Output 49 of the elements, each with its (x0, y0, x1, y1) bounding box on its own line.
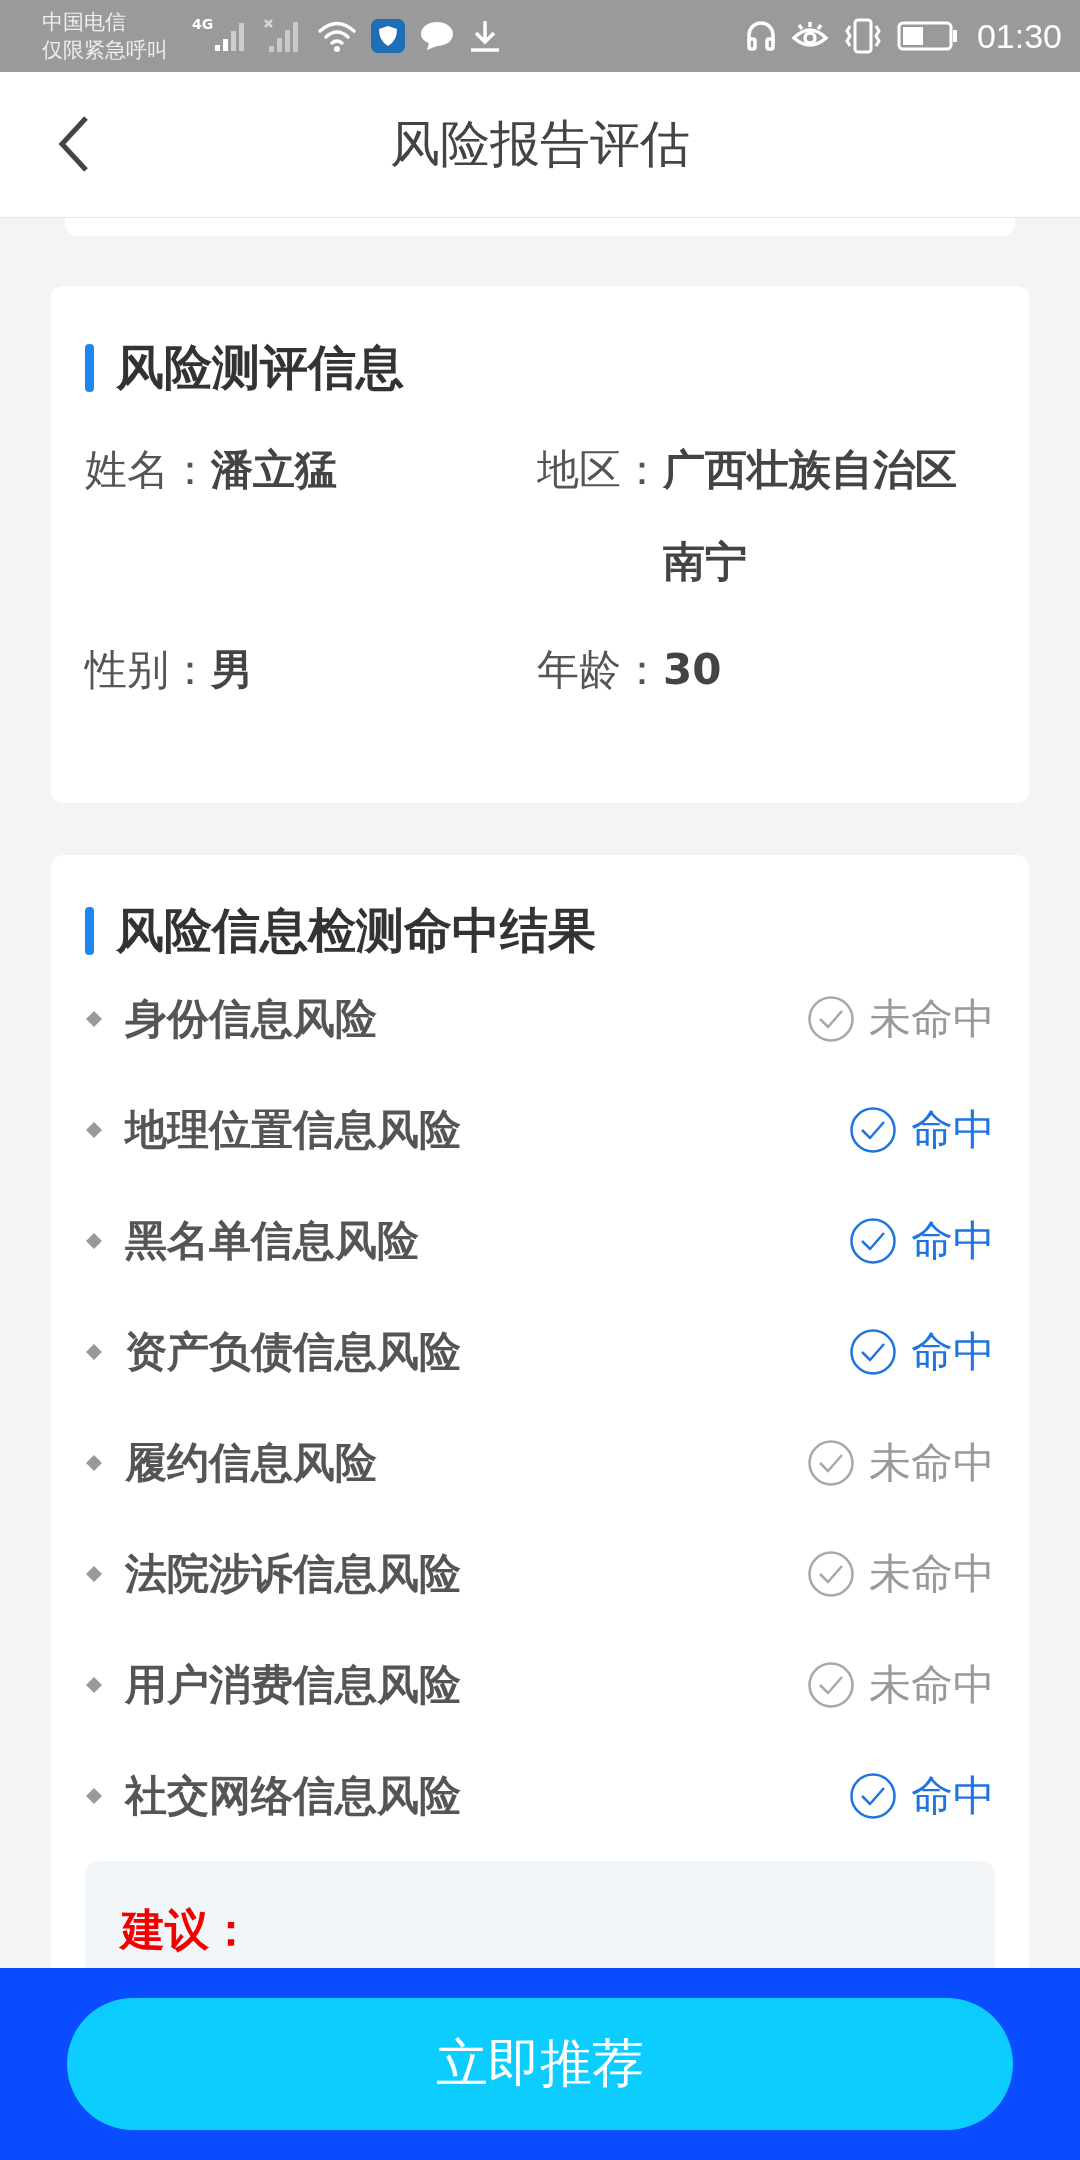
clock: 01:30 (976, 16, 1062, 56)
risk-name: 社交网络信息风险 (125, 1769, 461, 1822)
download-icon (469, 19, 502, 53)
shield-app-icon (371, 19, 406, 53)
field-value: 潘立猛 (211, 444, 338, 496)
network-label: 4G (192, 16, 214, 32)
risk-name: 资产负债信息风险 (125, 1325, 461, 1378)
risk-name: 黑名单信息风险 (125, 1214, 419, 1267)
risk-status: 命中 (911, 1214, 995, 1267)
section-marker (85, 907, 94, 955)
risk-name: 履约信息风险 (125, 1436, 377, 1489)
wifi-icon (317, 19, 358, 53)
risk-status: 未命中 (869, 992, 995, 1045)
section-title: 风险信息检测命中结果 (116, 901, 596, 960)
advice-label: 建议： (121, 1904, 253, 1955)
risk-status: 未命中 (869, 1436, 995, 1489)
risk-name: 地理位置信息风险 (125, 1103, 461, 1156)
risk-name: 法院涉诉信息风险 (125, 1547, 461, 1600)
field-value: 男 (211, 644, 254, 696)
field-label: 年龄： (537, 644, 663, 696)
field-value: 广西壮族自治区南宁 (663, 444, 958, 588)
emergency-text: 仅限紧急呼叫 (42, 37, 168, 64)
diamond-bullet-icon (85, 1453, 103, 1472)
risk-status: 命中 (911, 1325, 995, 1378)
field-label: 性别： (85, 644, 211, 696)
section-title: 风险测评信息 (116, 338, 404, 397)
diamond-bullet-icon (85, 1564, 103, 1583)
diamond-bullet-icon (85, 1675, 103, 1694)
risk-name: 用户消费信息风险 (125, 1658, 461, 1711)
field-label: 姓名： (85, 444, 211, 496)
risk-status: 未命中 (869, 1658, 995, 1711)
diamond-bullet-icon (85, 1009, 103, 1028)
page-title: 风险报告评估 (390, 114, 690, 175)
risk-status: 命中 (911, 1769, 995, 1822)
chat-icon (419, 20, 456, 52)
risk-status: 未命中 (869, 1547, 995, 1600)
recommend-button[interactable]: 立即推荐 (67, 1998, 1013, 2130)
section-marker (85, 344, 94, 392)
risk-status: 命中 (911, 1103, 995, 1156)
diamond-bullet-icon (85, 1342, 103, 1361)
diamond-bullet-icon (85, 1786, 103, 1805)
carrier-name: 中国电信 (42, 9, 127, 36)
risk-name: 身份信息风险 (125, 992, 377, 1045)
diamond-bullet-icon (85, 1231, 103, 1250)
field-value: 30 (663, 644, 723, 696)
diamond-bullet-icon (85, 1120, 103, 1139)
headphones-icon (744, 19, 777, 53)
battery-icon (896, 21, 959, 51)
field-label: 地区： (537, 444, 663, 496)
